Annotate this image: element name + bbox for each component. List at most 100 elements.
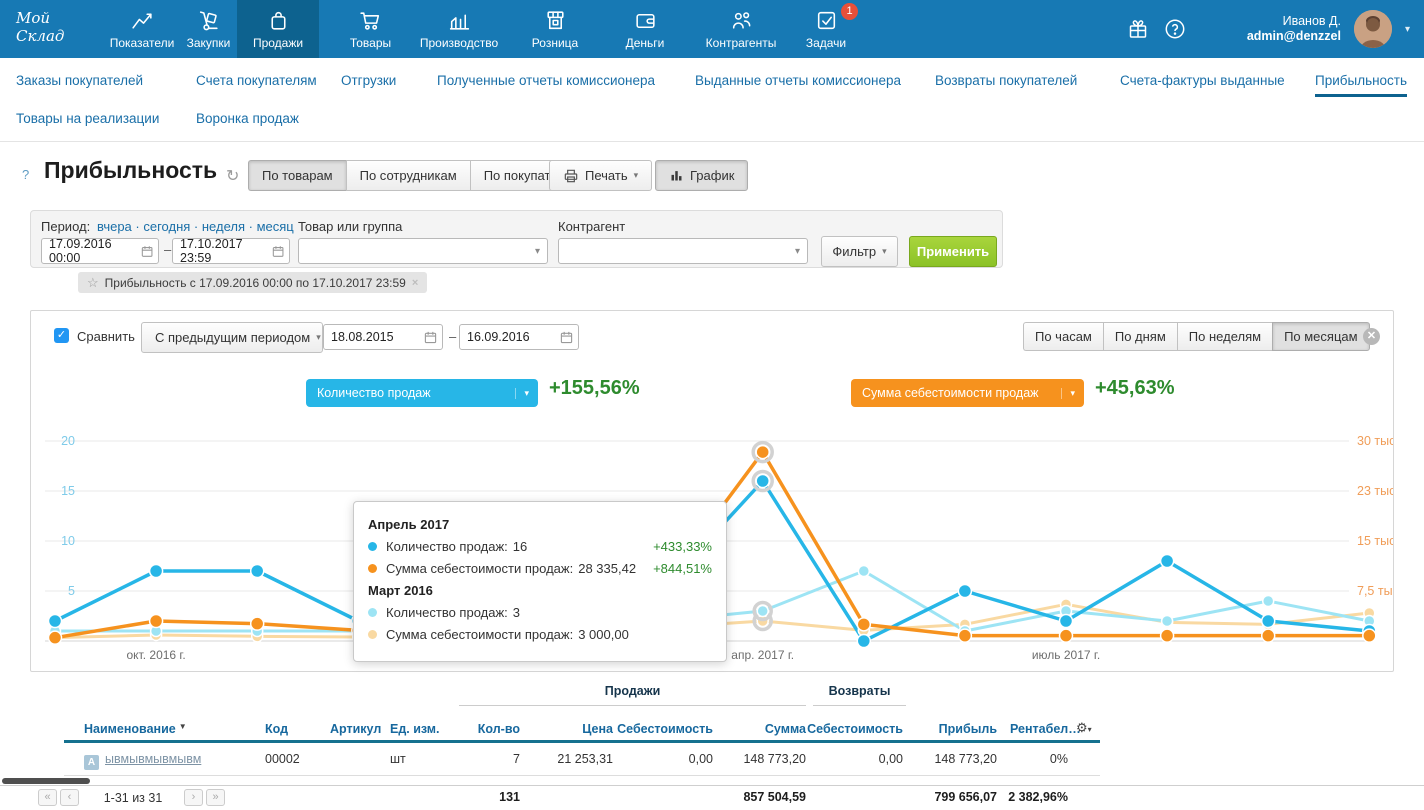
topnav-item-production[interactable]: Производство — [411, 0, 507, 58]
period-date-from-input[interactable]: 17.09.2016 00:00 — [41, 238, 159, 264]
user-block[interactable]: Иванов Д. admin@denzzel — [1247, 14, 1341, 44]
tasks-icon — [814, 8, 839, 33]
help-icon[interactable] — [1163, 17, 1187, 41]
chart-label: График — [690, 168, 734, 183]
topnav-item-metrics[interactable]: Показатели — [104, 0, 180, 58]
counterparty-select[interactable]: ▾ — [558, 238, 808, 264]
print-label: Печать — [585, 168, 628, 183]
subnav-item-3[interactable]: Отгрузки — [341, 66, 396, 96]
total-rent: 2 382,96% — [997, 790, 1068, 804]
column-header-rcost[interactable]: Себестоимость — [806, 722, 903, 736]
chevron-down-icon: ▾ — [535, 246, 540, 257]
chevron-down-icon: ▾ — [1061, 388, 1075, 399]
subnav-item-row2-1[interactable]: Товары на реализации — [16, 104, 159, 134]
subnav-item-4[interactable]: Полученные отчеты комиссионера — [437, 66, 655, 96]
next-page-button[interactable]: › — [184, 789, 203, 806]
column-header-unit[interactable]: Ед. изм. — [390, 722, 440, 736]
series2-change-pct: +45,63% — [1095, 377, 1175, 400]
sales-subnav: Заказы покупателей Счета покупателям Отгру… — [0, 58, 1424, 142]
column-header-rent[interactable]: Рентабел… — [1010, 722, 1081, 736]
filter-button[interactable]: Фильтр ▾ — [821, 236, 898, 267]
topbar-right-cluster: Иванов Д. admin@denzzel ▾ — [1126, 0, 1410, 58]
column-header-code[interactable]: Код — [265, 722, 288, 736]
series-dot-icon — [368, 630, 377, 639]
chart-toggle-button[interactable]: График — [655, 160, 748, 191]
star-icon[interactable]: ☆ — [87, 275, 99, 291]
period-date-to-input[interactable]: 17.10.2017 23:59 — [172, 238, 290, 264]
product-select[interactable]: ▾ — [298, 238, 548, 264]
user-menu-caret-icon[interactable]: ▾ — [1405, 24, 1410, 35]
column-header-name[interactable]: Наименование▼ — [84, 722, 187, 736]
total-qty: 131 — [440, 790, 520, 804]
column-header-qty[interactable]: Кол-во — [440, 722, 520, 736]
calendar-icon[interactable] — [141, 245, 153, 258]
column-header-sum[interactable]: Сумма — [706, 722, 806, 736]
compare-mode-select[interactable]: С предыдущим периодом ▾ — [141, 322, 323, 353]
view-button-2[interactable]: По сотрудникам — [346, 160, 470, 191]
user-name: Иванов Д. — [1247, 14, 1341, 29]
print-button[interactable]: Печать ▾ — [549, 160, 652, 191]
column-settings-gear-icon[interactable]: ⚙▾ — [1076, 720, 1092, 736]
first-page-button[interactable]: « — [38, 789, 57, 806]
topnav-item-money[interactable]: Деньги — [610, 0, 680, 58]
calendar-icon[interactable] — [560, 331, 573, 344]
column-header-price[interactable]: Цена — [520, 722, 613, 736]
prev-page-button[interactable]: ‹ — [60, 789, 79, 806]
horizontal-scrollbar[interactable] — [2, 778, 90, 784]
compare-date-to-input[interactable]: 16.09.2016 — [459, 324, 579, 350]
column-header-cost[interactable]: Себестоимость — [613, 722, 713, 736]
title-help-icon[interactable]: ? — [22, 167, 29, 182]
topnav-item-goods[interactable]: Товары — [330, 0, 411, 58]
view-button-1[interactable]: По товарам — [248, 160, 346, 191]
series1-change-pct: +155,56% — [549, 377, 640, 400]
topnav-item-label: Розница — [532, 36, 578, 50]
subnav-item-1[interactable]: Заказы покупателей — [16, 66, 143, 96]
subnav-item-8[interactable]: Прибыльность — [1315, 66, 1407, 96]
subnav-item-6[interactable]: Возвраты покупателей — [935, 66, 1077, 96]
moysklad-logo[interactable]: Мой Склад — [16, 9, 64, 45]
granularity-button-1[interactable]: По часам — [1023, 322, 1103, 351]
topnav-item-retail[interactable]: Розница — [518, 0, 592, 58]
item-name-link[interactable]: ывмывмывмывм — [105, 752, 201, 766]
column-header-profit[interactable]: Прибыль — [900, 722, 997, 736]
last-page-button[interactable]: » — [206, 789, 225, 806]
period-link-2[interactable]: сегодня — [143, 219, 190, 234]
svg-text:15: 15 — [61, 484, 75, 498]
apply-button[interactable]: Применить — [909, 236, 997, 267]
series2-select[interactable]: Сумма себестоимости продаж ▾ — [851, 379, 1084, 407]
row-cell-rcost: 0,00 — [806, 752, 903, 766]
period-link-1[interactable]: вчера — [97, 219, 132, 234]
period-date-to-value: 17.10.2017 23:59 — [180, 237, 272, 265]
series1-select[interactable]: Количество продаж ▾ — [306, 379, 538, 407]
subnav-item-5[interactable]: Выданные отчеты комиссионера — [695, 66, 901, 96]
saved-filter-chip[interactable]: ☆ Прибыльность с 17.09.2016 00:00 по 17.… — [78, 272, 427, 293]
calendar-icon[interactable] — [272, 245, 284, 258]
refresh-icon[interactable]: ↻ — [226, 166, 239, 186]
granularity-button-2[interactable]: По дням — [1103, 322, 1177, 351]
subnav-item-row2-2[interactable]: Воронка продаж — [196, 104, 299, 134]
calendar-icon[interactable] — [424, 331, 437, 344]
period-link-3[interactable]: неделя — [202, 219, 245, 234]
subnav-item-7[interactable]: Счета-фактуры выданные — [1120, 66, 1285, 96]
gift-icon[interactable] — [1126, 17, 1150, 41]
granularity-button-3[interactable]: По неделям — [1177, 322, 1272, 351]
tooltip-row-value: 28 335,42 — [578, 561, 636, 576]
svg-text:20: 20 — [61, 434, 75, 448]
topnav-item-sales[interactable]: Продажи — [237, 0, 319, 58]
total-sum: 857 504,59 — [706, 790, 806, 804]
chart-close-icon[interactable]: ✕ — [1363, 328, 1380, 345]
topnav-item-purchases[interactable]: Закупки — [180, 0, 237, 58]
period-link-4[interactable]: месяц — [257, 219, 294, 234]
avatar[interactable] — [1354, 10, 1392, 48]
row-cell-rent: 0% — [997, 752, 1068, 766]
svg-text:23 тыс.: 23 тыс. — [1357, 484, 1393, 498]
compare-checkbox[interactable]: ✓ — [54, 328, 69, 343]
topnav-item-tasks[interactable]: Задачи1 — [792, 0, 860, 58]
chart-tooltip: Апрель 2017Количество продаж:16+433,33%С… — [353, 501, 727, 662]
subnav-item-2[interactable]: Счета покупателям — [196, 66, 317, 96]
chip-close-icon[interactable]: × — [412, 277, 418, 289]
compare-date-from-input[interactable]: 18.08.2015 — [323, 324, 443, 350]
topnav-item-partners[interactable]: Контрагенты — [695, 0, 787, 58]
granularity-button-4[interactable]: По месяцам — [1272, 322, 1370, 351]
column-header-art[interactable]: Артикул — [330, 722, 381, 736]
